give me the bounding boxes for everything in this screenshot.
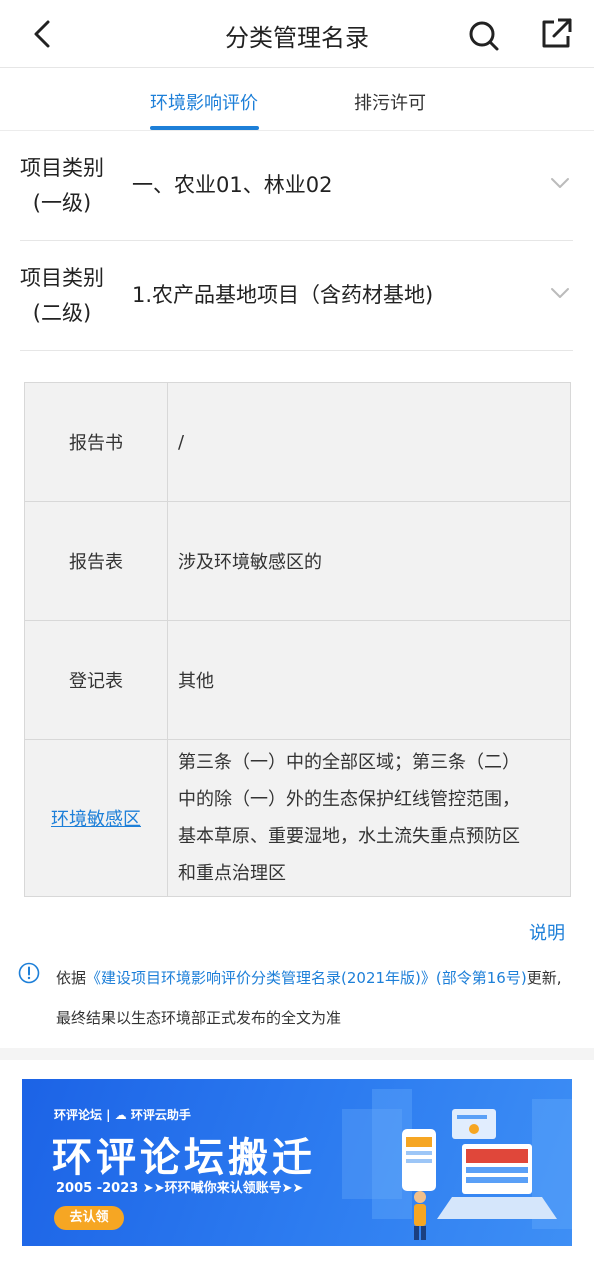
category-level-2-selector[interactable]: 项目类别 (二级) 1.农产品基地项目（含药材基地): [20, 241, 573, 351]
category-level-1-label: 项目类别 (一级): [20, 151, 104, 221]
label-line: (一级): [32, 191, 92, 215]
regulation-reference-link[interactable]: 《建设项目环境影响评价分类管理名录(2021年版)》(部令第16号): [86, 969, 527, 987]
category-level-2-value: 1.农产品基地项目（含药材基地): [132, 283, 434, 307]
description-line: 基本草原、重要湿地，水土流失重点预防区: [178, 826, 520, 847]
row-label-report-book: 报告书: [25, 383, 168, 501]
tab-pollution-permit[interactable]: 排污许可: [354, 89, 426, 115]
label-line: 项目类别: [20, 156, 104, 180]
category-level-2-label: 项目类别 (二级): [20, 261, 104, 331]
category-level-1-value: 一、农业01、林业02: [132, 173, 333, 197]
classification-table: 报告书 / 报告表 涉及环境敏感区的 登记表 其他 环境敏感区 第三条（一）中的…: [24, 382, 571, 897]
row-value: 第三条（一）中的全部区域；第三条（二） 中的除（一）外的生态保护红线管控范围， …: [168, 740, 570, 896]
row-value: /: [168, 383, 570, 501]
promo-banner[interactable]: 环评论坛 | ☁ 环评云助手 环评论坛搬迁 2005 -2023 ➤➤环环喊你来…: [22, 1079, 572, 1246]
active-tab-indicator: [150, 126, 259, 130]
row-value: 涉及环境敏感区的: [168, 502, 570, 620]
notice-prefix: 依据: [56, 969, 87, 987]
row-label-report-form: 报告表: [25, 502, 168, 620]
sensitive-area-description: 第三条（一）中的全部区域；第三条（二） 中的除（一）外的生态保护红线管控范围， …: [178, 744, 520, 892]
table-row: 报告表 涉及环境敏感区的: [25, 502, 570, 621]
claim-account-button[interactable]: 去认领: [54, 1206, 124, 1230]
table-row: 登记表 其他: [25, 621, 570, 740]
banner-illustration: [342, 1089, 572, 1240]
description-line: 第三条（一）中的全部区域；第三条（二）: [178, 752, 520, 773]
chevron-down-icon[interactable]: [548, 281, 572, 305]
category-level-1-selector[interactable]: 项目类别 (一级) 一、农业01、林业02: [20, 131, 573, 241]
chevron-down-icon[interactable]: [548, 171, 572, 195]
info-icon: [18, 962, 40, 984]
tab-environmental-assessment[interactable]: 环境影响评价: [150, 89, 258, 115]
row-label-registration-form: 登记表: [25, 621, 168, 739]
banner-headline: 环评论坛搬迁: [52, 1135, 316, 1181]
sensitive-area-cell: 环境敏感区: [25, 740, 168, 896]
sensitive-area-link[interactable]: 环境敏感区: [51, 805, 141, 831]
table-row: 环境敏感区 第三条（一）中的全部区域；第三条（二） 中的除（一）外的生态保护红线…: [25, 740, 570, 896]
label-line: 项目类别: [20, 266, 104, 290]
banner-brand: 环评论坛 | ☁ 环评云助手: [54, 1108, 191, 1122]
section-divider: [0, 1048, 594, 1060]
update-notice: 依据《建设项目环境影响评价分类管理名录(2021年版)》(部令第16号)更新,最…: [56, 958, 571, 1038]
label-line: (二级): [32, 301, 92, 325]
explain-link[interactable]: 说明: [529, 919, 565, 945]
banner-subtitle: 2005 -2023 ➤➤环环喊你来认领账号➤➤: [56, 1181, 304, 1196]
description-line: 和重点治理区: [178, 863, 286, 884]
tab-bar: 环境影响评价 排污许可: [0, 69, 594, 131]
app-header: 分类管理名录: [0, 0, 594, 68]
table-row: 报告书 /: [25, 383, 570, 502]
search-icon[interactable]: [462, 14, 506, 58]
share-icon[interactable]: [534, 12, 578, 56]
description-line: 中的除（一）外的生态保护红线管控范围，: [178, 789, 520, 810]
row-value: 其他: [168, 621, 570, 739]
